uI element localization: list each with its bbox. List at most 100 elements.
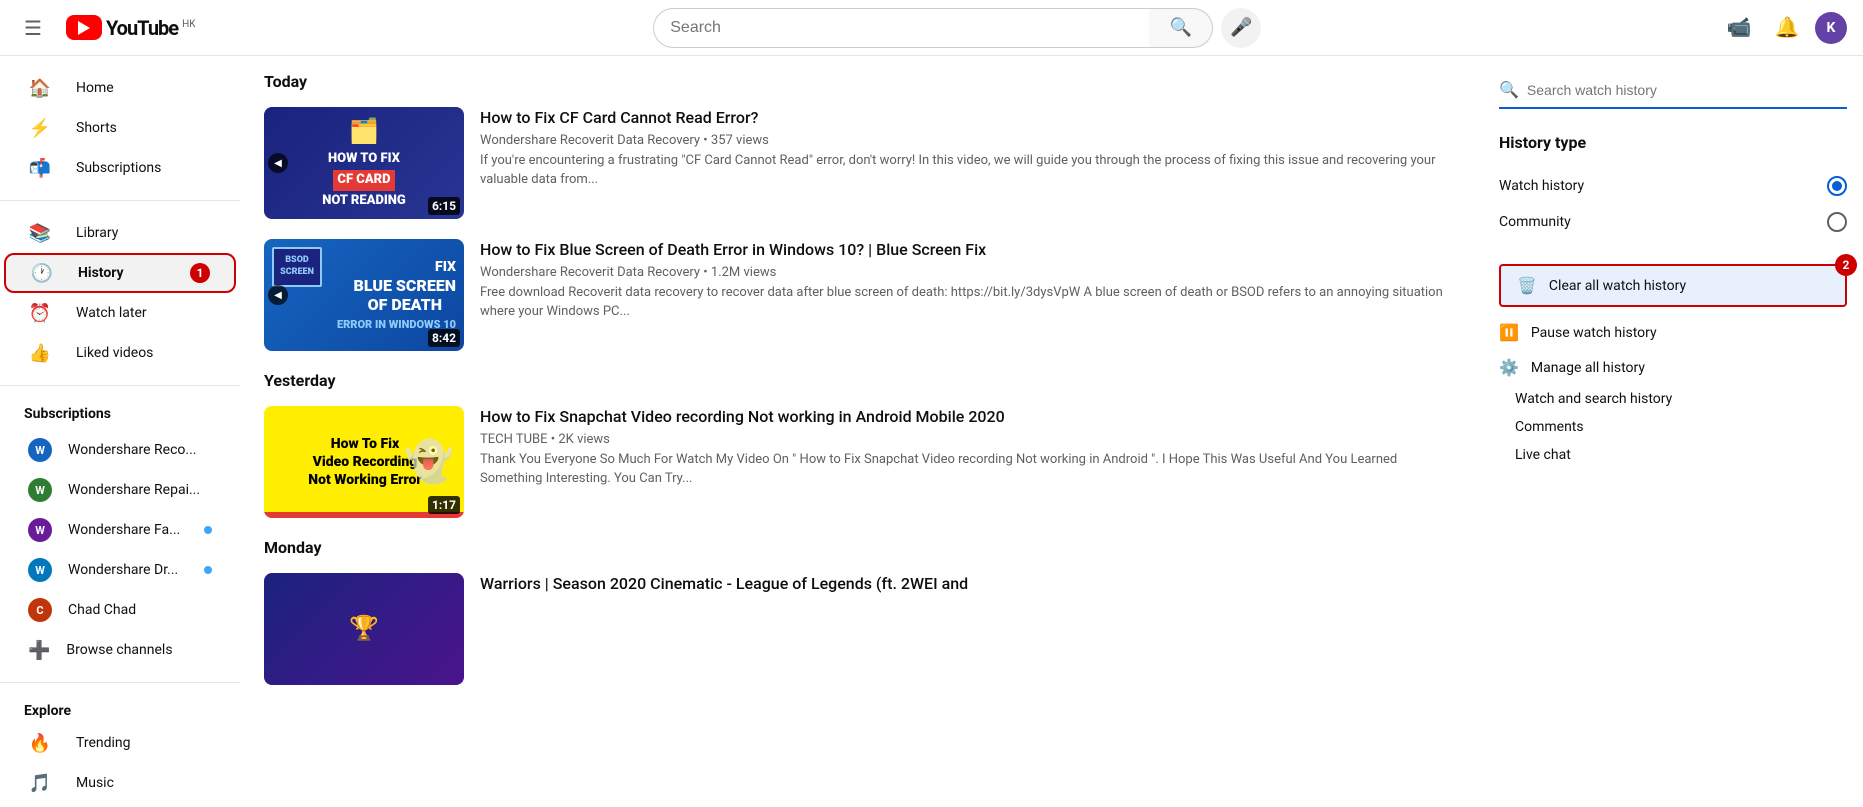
sidebar-item-trending[interactable]: 🔥 Trending — [4, 723, 236, 763]
sidebar-item-label: Trending — [76, 735, 131, 751]
sub-avatar: C — [28, 598, 52, 622]
youtube-logo[interactable]: YouTubeHK — [66, 15, 196, 40]
video-title[interactable]: How to Fix CF Card Cannot Read Error? — [480, 107, 1459, 129]
pause-btn-label: Pause watch history — [1531, 325, 1657, 341]
video-channel: Wondershare Recoverit Data Recovery • 1.… — [480, 265, 1459, 280]
sidebar-item-library[interactable]: 📚 Library — [4, 213, 236, 253]
manage-title: Manage all history — [1531, 360, 1645, 376]
sidebar-item-label: Liked videos — [76, 345, 153, 361]
sub-label: Wondershare Fa... — [68, 522, 180, 538]
trash-icon: 🗑️ — [1517, 276, 1537, 295]
subscriptions-icon: 📬 — [28, 158, 52, 179]
sidebar-item-subscriptions[interactable]: 📬 Subscriptions — [4, 148, 236, 188]
hamburger-menu[interactable]: ☰ — [16, 8, 50, 48]
sidebar-item-watch-later[interactable]: ⏰ Watch later — [4, 293, 236, 333]
video-description: Thank You Everyone So Much For Watch My … — [480, 451, 1459, 487]
video-thumbnail[interactable]: FIX BLUE SCREENOF DEATH ERROR IN WINDOWS… — [264, 239, 464, 351]
channel-name: Wondershare Recoverit Data Recovery — [480, 265, 700, 280]
manage-watch-search[interactable]: Watch and search history — [1499, 385, 1847, 413]
sidebar-item-shorts[interactable]: ⚡ Shorts — [4, 108, 236, 148]
gear-icon: ⚙️ — [1499, 358, 1519, 377]
manage-all-history-button[interactable]: ⚙️ Manage all history — [1499, 350, 1847, 385]
explore-title: Explore — [0, 695, 240, 723]
sidebar-item-label: Library — [76, 225, 118, 241]
video-thumbnail[interactable]: How To Fix Video Recording Not Working E… — [264, 406, 464, 518]
search-history-input[interactable] — [1527, 82, 1847, 98]
video-title[interactable]: How to Fix Blue Screen of Death Error in… — [480, 239, 1459, 261]
add-icon: ➕ — [28, 640, 50, 661]
clear-watch-history-button[interactable]: 🗑️ Clear all watch history 2 — [1499, 264, 1847, 307]
video-description: Free download Recoverit data recovery to… — [480, 284, 1459, 320]
sidebar-item-label: Music — [76, 775, 114, 791]
search-history-icon: 🔍 — [1499, 80, 1519, 99]
video-item-cf-card: 🗂️ HOW TO FIX CF CARD NOT READING 6:15 ◀… — [264, 107, 1459, 219]
thumb-icon: 🗂️ — [349, 116, 379, 147]
manage-comments[interactable]: Comments — [1499, 413, 1847, 441]
subscription-wondershare-repai[interactable]: W Wondershare Repai... — [4, 470, 236, 510]
subscription-wondershare-reco[interactable]: W Wondershare Reco... — [4, 430, 236, 470]
pause-watch-history-button[interactable]: ⏸️ Pause watch history — [1499, 315, 1847, 350]
notifications-button[interactable]: 🔔 — [1767, 8, 1807, 48]
snapchat-ghost: 👻 — [404, 436, 454, 488]
thumb-bg: 🏆 — [264, 573, 464, 685]
sidebar-item-home[interactable]: 🏠 Home — [4, 68, 236, 108]
clear-btn-label: Clear all watch history — [1549, 278, 1686, 294]
mic-button[interactable]: 🎤 — [1221, 8, 1261, 48]
history-badge: 1 — [190, 263, 210, 283]
search-box: 🔍 — [653, 8, 1213, 48]
subscription-wondershare-dr[interactable]: W Wondershare Dr... — [4, 550, 236, 590]
video-info: How to Fix Snapchat Video recording Not … — [480, 406, 1459, 518]
view-count: 2K views — [558, 432, 610, 447]
sidebar-divider-1 — [0, 200, 240, 201]
video-thumbnail[interactable]: 🗂️ HOW TO FIX CF CARD NOT READING 6:15 ◀ — [264, 107, 464, 219]
video-duration: 1:17 — [428, 496, 460, 514]
sidebar-item-history[interactable]: 🕐 History 1 — [4, 253, 236, 293]
main-content: Watch history Today 🗂️ HOW TO FIX CF CAR… — [240, 0, 1483, 751]
browse-channels-label: Browse channels — [66, 642, 172, 658]
video-title[interactable]: How to Fix Snapchat Video recording Not … — [480, 406, 1459, 428]
subscription-chad-chad[interactable]: C Chad Chad — [4, 590, 236, 630]
radio-community[interactable]: Community — [1499, 204, 1847, 240]
thumb-arrow-left: ◀ — [268, 285, 288, 305]
video-description: If you're encountering a frustrating "CF… — [480, 152, 1459, 188]
search-button[interactable]: 🔍 — [1149, 8, 1213, 48]
sub-label: Wondershare Reco... — [68, 442, 197, 458]
radio-watch-history[interactable]: Watch history — [1499, 168, 1847, 204]
sidebar-item-label: Shorts — [76, 120, 117, 136]
thumb-line2: Video Recording — [313, 453, 418, 471]
search-input[interactable] — [653, 8, 1149, 48]
thumb-line3: NOT READING — [322, 193, 406, 210]
video-title[interactable]: Warriors | Season 2020 Cinematic - Leagu… — [480, 573, 1459, 595]
sub-label: Chad Chad — [68, 602, 136, 618]
create-button[interactable]: 📹 — [1719, 8, 1759, 48]
history-icon: 🕐 — [30, 263, 54, 284]
sidebar-item-liked-videos[interactable]: 👍 Liked videos — [4, 333, 236, 373]
radio-group: Watch history Community — [1499, 168, 1847, 240]
video-info: How to Fix Blue Screen of Death Error in… — [480, 239, 1459, 351]
browse-channels[interactable]: ➕ Browse channels — [4, 630, 236, 670]
day-label-yesterday: Yesterday — [264, 371, 1459, 390]
video-item-snapchat: How To Fix Video Recording Not Working E… — [264, 406, 1459, 518]
radio-label: Watch history — [1499, 178, 1584, 194]
view-count: 1.2M views — [711, 265, 776, 280]
sidebar-item-label: Home — [76, 80, 114, 96]
history-type-title: History type — [1499, 133, 1847, 152]
video-item-warriors: 🏆 Warriors | Season 2020 Cinematic - Lea… — [264, 573, 1459, 685]
video-info: Warriors | Season 2020 Cinematic - Leagu… — [480, 573, 1459, 685]
sidebar-item-music[interactable]: 🎵 Music — [4, 763, 236, 803]
sub-avatar: W — [28, 478, 52, 502]
video-channel: Wondershare Recoverit Data Recovery • 35… — [480, 133, 1459, 148]
sidebar-divider-3 — [0, 682, 240, 683]
thumb-line2: BLUE SCREENOF DEATH — [354, 276, 456, 314]
avatar[interactable]: K — [1815, 12, 1847, 44]
right-panel: 🔍 History type Watch history Community 🗑… — [1483, 56, 1863, 807]
radio-label: Community — [1499, 214, 1571, 230]
manage-live-chat[interactable]: Live chat — [1499, 441, 1847, 469]
badge-2: 2 — [1835, 254, 1857, 276]
video-thumbnail[interactable]: 🏆 — [264, 573, 464, 685]
subscription-wondershare-fa[interactable]: W Wondershare Fa... — [4, 510, 236, 550]
topbar-right: 📹 🔔 K — [1719, 8, 1847, 48]
sub-label: Wondershare Dr... — [68, 562, 178, 578]
notification-dot — [204, 566, 212, 574]
shorts-icon: ⚡ — [28, 118, 52, 139]
